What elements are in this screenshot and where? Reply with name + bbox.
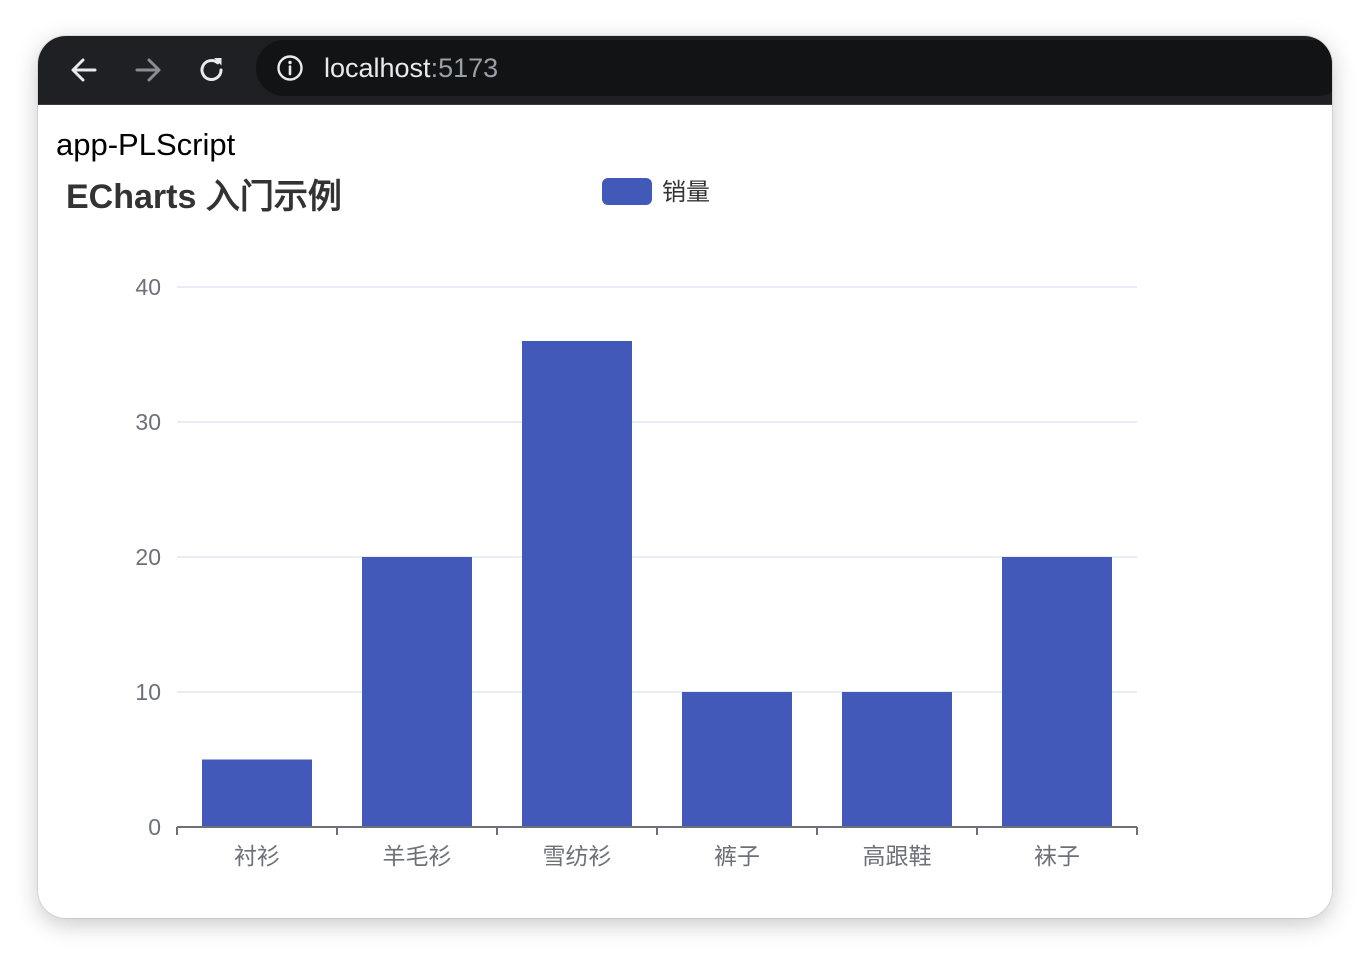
url-text: localhost:5173 bbox=[324, 40, 498, 96]
y-axis-labels: 0 10 20 30 40 bbox=[135, 274, 161, 840]
url-host: localhost bbox=[324, 53, 431, 83]
y-tick-label: 0 bbox=[148, 814, 161, 840]
x-axis: 衬衫 羊毛衫 雪纺衫 裤子 高跟鞋 袜子 bbox=[176, 826, 1138, 869]
y-tick-label: 20 bbox=[135, 544, 161, 570]
page-content: app-PLScript ECharts 入门示例 销量 0 10 20 30 40 衬… bbox=[38, 105, 1332, 918]
arrow-left-icon bbox=[71, 58, 97, 82]
reload-icon bbox=[200, 58, 223, 81]
site-info-button[interactable] bbox=[276, 54, 304, 82]
legend-swatch[interactable] bbox=[602, 178, 652, 205]
bar-series bbox=[202, 341, 1112, 827]
bar[interactable] bbox=[202, 759, 312, 828]
reload-button[interactable] bbox=[192, 50, 232, 90]
bar[interactable] bbox=[842, 692, 952, 827]
grid-lines bbox=[177, 286, 1137, 693]
x-tick-label: 裤子 bbox=[714, 843, 760, 869]
address-bar[interactable]: localhost:5173 bbox=[256, 40, 1332, 96]
bar[interactable] bbox=[522, 341, 632, 827]
y-tick-label: 40 bbox=[135, 274, 161, 300]
bar[interactable] bbox=[362, 557, 472, 827]
x-tick-label: 衬衫 bbox=[234, 843, 280, 869]
browser-toolbar: localhost:5173 bbox=[38, 36, 1332, 105]
legend-label[interactable]: 销量 bbox=[662, 179, 710, 206]
x-tick-label: 雪纺衫 bbox=[543, 843, 612, 869]
x-tick-label: 高跟鞋 bbox=[863, 843, 932, 869]
x-tick-label: 袜子 bbox=[1034, 843, 1080, 869]
arrow-right-icon bbox=[135, 58, 161, 82]
bar[interactable] bbox=[1002, 557, 1112, 827]
bar-chart: ECharts 入门示例 销量 0 10 20 30 40 衬衫 羊毛衫 雪纺衫 裤子 高跟鞋 袜… bbox=[66, 178, 1138, 869]
back-button[interactable] bbox=[64, 50, 104, 90]
chart-title: ECharts 入门示例 bbox=[66, 178, 342, 216]
browser-window: localhost:5173 app-PLScript ECharts 入门示例… bbox=[38, 36, 1332, 918]
url-port: :5173 bbox=[430, 53, 499, 83]
y-tick-label: 30 bbox=[135, 409, 161, 435]
x-tick-label: 羊毛衫 bbox=[383, 843, 452, 869]
forward-button[interactable] bbox=[128, 50, 168, 90]
info-icon bbox=[277, 55, 303, 81]
y-tick-label: 10 bbox=[135, 679, 161, 705]
bar[interactable] bbox=[682, 692, 792, 827]
chart-legend[interactable]: 销量 bbox=[602, 178, 710, 206]
